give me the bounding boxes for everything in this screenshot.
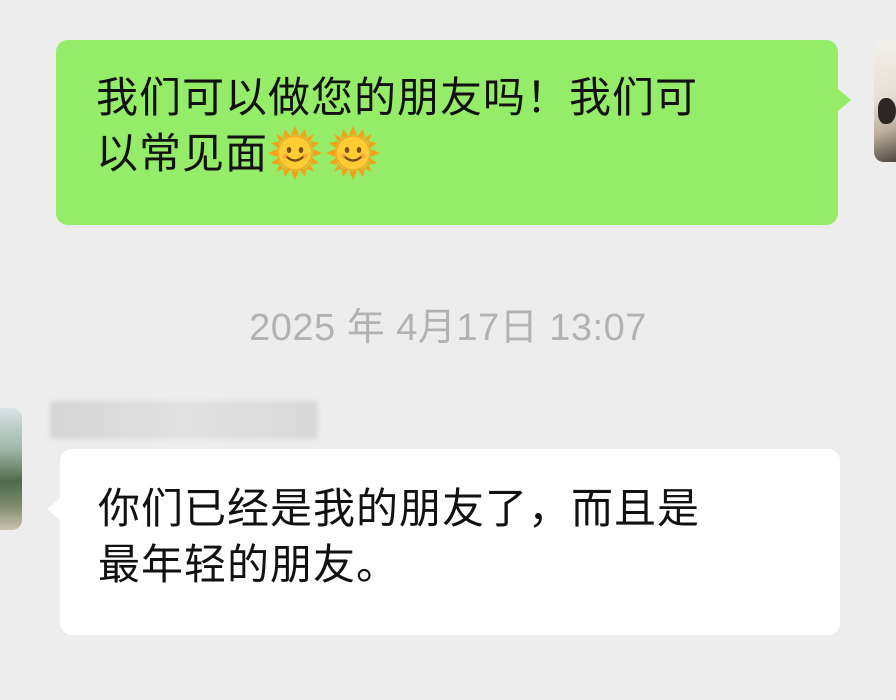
outgoing-message-text: 我们可以做您的朋友吗！我们可 以常见面 [96, 73, 699, 180]
sun-with-face-icon [268, 126, 323, 180]
sender-name-redacted [50, 401, 318, 439]
my-avatar[interactable] [874, 40, 896, 162]
emoji-group [268, 126, 384, 180]
outgoing-message-bubble[interactable]: 我们可以做您的朋友吗！我们可 以常见面 [56, 40, 851, 225]
contact-avatar[interactable] [0, 408, 22, 530]
sun-with-face-icon [326, 126, 381, 180]
message-timestamp: 2025 年 4月17日 13:07 [249, 307, 647, 349]
incoming-message-bubble[interactable]: 你们已经是我的朋友了，而且是 最年轻的朋友。 [47, 449, 840, 635]
incoming-message-text: 你们已经是我的朋友了，而且是 最年轻的朋友。 [98, 484, 701, 589]
